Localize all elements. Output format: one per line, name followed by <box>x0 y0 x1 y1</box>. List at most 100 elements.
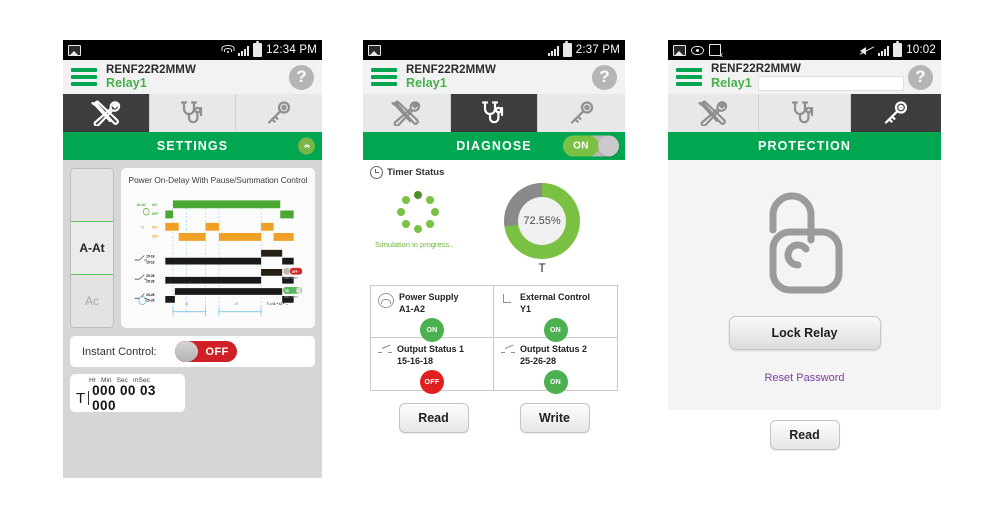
settings-button-row: Read Write Clone <box>63 478 322 481</box>
tab-settings[interactable] <box>668 94 760 132</box>
android-status-bar: 2:37 PM <box>363 40 625 60</box>
help-icon[interactable]: ? <box>592 64 617 90</box>
app-header: RENF22R2MMW Relay1 ? <box>363 60 625 94</box>
cell-title: Output Status 1 <box>397 344 464 354</box>
key-icon <box>884 101 907 124</box>
tab-diagnose[interactable] <box>759 94 851 132</box>
menu-icon[interactable] <box>71 68 97 86</box>
phone-screen-protection: 10:02 RENF22R2MMW Relay1 ? <box>668 40 941 455</box>
simulation-status-text: Simulation in progress.. <box>375 240 454 249</box>
status-grid: Power Supply A1-A2 ON External Control Y… <box>370 285 618 395</box>
mode-option-ac[interactable]: Ac <box>71 275 113 327</box>
tab-settings[interactable] <box>363 94 451 132</box>
app-header: RENF22R2MMW Relay1 ? <box>63 60 322 94</box>
read-button[interactable]: Read <box>398 403 469 433</box>
app-header: RENF22R2MMW Relay1 ? <box>668 60 941 94</box>
battery-icon <box>893 41 903 57</box>
gauge-caption: T <box>538 261 546 275</box>
menu-icon[interactable] <box>371 68 397 86</box>
cell-title: External Control <box>520 292 591 302</box>
section-bar-diagnose: DIAGNOSE ON <box>363 132 625 160</box>
settings-body: A-At Ac Power On-Delay With Pause/Summat… <box>63 160 322 478</box>
status-cell-power-supply: Power Supply A1-A2 ON <box>371 286 494 343</box>
write-button[interactable]: Write <box>519 403 590 433</box>
picture-icon <box>368 44 381 56</box>
svg-text:15-18: 15-18 <box>146 255 154 259</box>
lock-illustration <box>750 178 860 310</box>
help-icon[interactable]: ? <box>908 64 933 90</box>
svg-text:15-16: 15-16 <box>146 260 154 264</box>
device-name-label: Relay1 <box>711 76 752 91</box>
stethoscope-icon <box>792 101 814 124</box>
svg-text:T = t1 + t2 + ...: T = t1 + t2 + ... <box>267 302 289 306</box>
cell-title: Power Supply <box>399 292 459 302</box>
svg-text:t1: t1 <box>185 302 188 306</box>
timer-digits[interactable]: 000 00 03 000 <box>92 383 179 413</box>
mode-selector[interactable]: A-At Ac <box>70 168 114 328</box>
reset-password-link[interactable]: Reset Password <box>764 372 844 384</box>
timer-status-header: Timer Status <box>370 166 618 179</box>
tab-protection[interactable] <box>538 94 625 132</box>
phone-screen-diagnose: 2:37 PM RENF22R2MMW Relay1 ? DIAGNOSE ON… <box>363 40 625 437</box>
status-cell-external-control: External Control Y1 ON <box>494 286 617 343</box>
signal-icon <box>878 45 890 56</box>
tab-diagnose[interactable] <box>450 94 539 132</box>
gauge-column: 72.55% T <box>466 183 618 275</box>
mode-blank-top <box>71 169 113 221</box>
clock-icon <box>370 166 383 179</box>
device-name-label: Relay1 <box>106 76 147 91</box>
gauge-percent-label: 72.55% <box>518 197 566 245</box>
tab-protection[interactable] <box>236 94 322 132</box>
status-bar-clock: 12:34 PM <box>266 44 317 56</box>
timing-diagram-card: Power On-Delay With Pause/Summation Cont… <box>121 168 315 328</box>
screen-capture-off-icon <box>709 44 723 59</box>
mute-icon <box>859 45 875 56</box>
menu-icon[interactable] <box>676 68 702 86</box>
signal-icon <box>238 45 250 56</box>
key-icon <box>268 101 291 124</box>
cell-header: Output Status 2 25-26-28 <box>501 344 610 367</box>
instant-control-toggle[interactable]: OFF <box>174 341 237 362</box>
section-bar-settings: SETTINGS ‹•› <box>63 132 322 160</box>
mode-option-a-at[interactable]: A-At <box>71 221 113 275</box>
diagnose-gauge-row: Simulation in progress.. 72.55% T <box>370 183 618 279</box>
status-badge: OFF <box>420 370 444 395</box>
cell-text: Output Status 2 25-26-28 <box>520 344 587 367</box>
cell-header: External Control Y1 <box>501 292 610 315</box>
tab-diagnose[interactable] <box>149 94 237 132</box>
device-name-input[interactable] <box>757 75 904 91</box>
status-bar-left-icons <box>368 44 381 56</box>
diagnose-toggle-state: ON <box>563 135 599 157</box>
toggle-knob <box>174 341 198 362</box>
cell-text: Output Status 1 15-16-18 <box>397 344 464 367</box>
timer-caret <box>88 391 90 405</box>
tab-protection[interactable] <box>850 94 941 132</box>
svg-text:OFF: OFF <box>292 270 298 274</box>
svg-text:ON: ON <box>285 289 290 293</box>
loading-spinner-icon <box>397 191 439 233</box>
tools-icon <box>698 100 728 126</box>
status-bar-right-icons: 12:34 PM <box>221 41 317 57</box>
help-icon[interactable]: ? <box>289 64 314 90</box>
timer-value-field[interactable]: Hr Min Sec mSec T 000 00 03 000 <box>70 374 185 413</box>
signal-icon <box>547 45 559 56</box>
timer-status-label: Timer Status <box>387 167 445 178</box>
status-bar-right-icons: 2:37 PM <box>547 41 620 57</box>
diagnose-toggle[interactable]: ON <box>563 135 619 157</box>
header-titles: RENF22R2MMW Relay1 <box>711 63 908 91</box>
svg-text:t2: t2 <box>235 302 238 306</box>
tab-settings[interactable] <box>63 94 150 132</box>
read-button[interactable]: Read <box>769 420 840 450</box>
eye-icon <box>691 45 704 55</box>
section-title: DIAGNOSE <box>456 139 532 153</box>
cell-subtitle: 15-16-18 <box>397 355 434 366</box>
screenshot-root: 12:34 PM RENF22R2MMW Relay1 ? SETTINGS ‹… <box>0 0 996 519</box>
lock-relay-button[interactable]: Lock Relay <box>728 316 881 350</box>
status-bar-right-icons: 10:02 <box>859 41 936 57</box>
section-title: PROTECTION <box>758 139 851 153</box>
stethoscope-icon <box>481 101 504 124</box>
android-status-bar: 10:02 <box>668 40 941 60</box>
settings-top-row: A-At Ac Power On-Delay With Pause/Summat… <box>70 168 315 328</box>
expand-icon[interactable]: ‹•› <box>298 137 315 155</box>
android-status-bar: 12:34 PM <box>63 40 322 60</box>
